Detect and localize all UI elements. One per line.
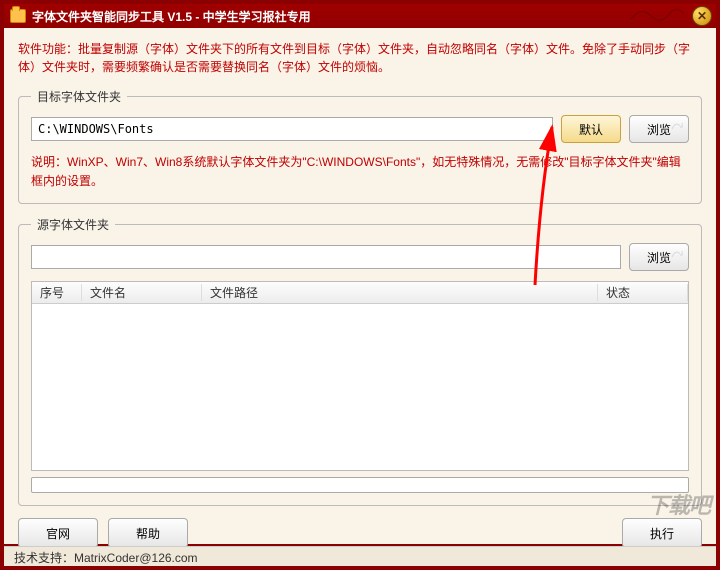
progress-bar [31,477,689,493]
run-label: 执行 [650,527,674,541]
col-name[interactable]: 文件名 [82,284,202,301]
bottom-button-row: 官网 帮助 执行 [18,518,702,548]
file-list-table: 序号 文件名 文件路径 状态 [31,281,689,471]
target-path-input[interactable] [31,117,553,141]
table-body [32,304,688,471]
close-button[interactable]: ✕ [692,6,712,26]
run-button[interactable]: 执行 [622,518,702,548]
swirl-icon [670,247,684,264]
close-icon: ✕ [697,9,707,23]
target-legend: 目标字体文件夹 [31,88,127,105]
swirl-icon [670,119,684,136]
target-note: 说明：WinXP、Win7、Win8系统默认字体文件夹为"C:\WINDOWS\… [31,153,689,191]
target-browse-label: 浏览 [647,123,671,137]
source-folder-group: 源字体文件夹 浏览 序号 文件名 文件路径 状态 [18,216,702,506]
content-area: 软件功能：批量复制源（字体）文件夹下的所有文件到目标（字体）文件夹，自动忽略同名… [4,28,716,544]
default-button-label: 默认 [579,123,603,137]
window-title: 字体文件夹智能同步工具 V1.5 - 中学生学习报社专用 [32,8,311,25]
titlebar: 字体文件夹智能同步工具 V1.5 - 中学生学习报社专用 ✕ [4,4,716,28]
help-button[interactable]: 帮助 [108,518,188,548]
website-label: 官网 [46,527,70,541]
description-text: 软件功能：批量复制源（字体）文件夹下的所有文件到目标（字体）文件夹，自动忽略同名… [18,40,702,76]
watermark: 下载吧 [647,488,710,520]
source-legend: 源字体文件夹 [31,216,115,233]
website-button[interactable]: 官网 [18,518,98,548]
decorative-swirl [626,4,686,24]
default-button[interactable]: 默认 [561,115,621,143]
source-path-input[interactable] [31,245,621,269]
source-browse-button[interactable]: 浏览 [629,243,689,271]
table-header: 序号 文件名 文件路径 状态 [32,282,688,304]
col-seq[interactable]: 序号 [32,284,82,301]
target-folder-group: 目标字体文件夹 默认 浏览 说明：WinXP、Win7、Win8系统默认字体文件… [18,88,702,204]
support-text: 技术支持：MatrixCoder@126.com [14,551,198,565]
col-status[interactable]: 状态 [598,284,688,301]
footer-bar: 技术支持：MatrixCoder@126.com [4,546,716,566]
source-browse-label: 浏览 [647,251,671,265]
help-label: 帮助 [136,527,160,541]
target-browse-button[interactable]: 浏览 [629,115,689,143]
folder-icon [10,9,26,23]
col-path[interactable]: 文件路径 [202,284,598,301]
